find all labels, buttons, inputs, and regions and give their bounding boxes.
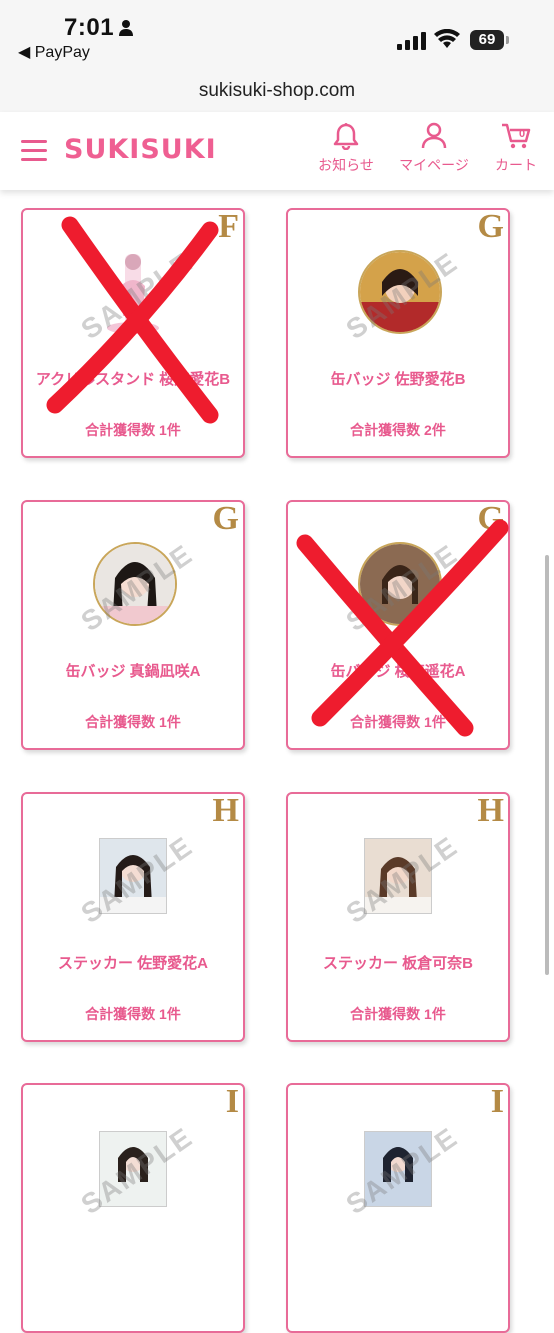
status-bar: 7:01 ◀ PayPay 69 [0, 0, 554, 70]
clock: 7:01 [64, 14, 115, 41]
product-name: ステッカー 板倉可奈B [322, 955, 473, 972]
product-count: 合計獲得数 2件 [350, 422, 446, 438]
product-card[interactable]: I SAMPLE [286, 1083, 510, 1333]
grade-label: H [477, 792, 504, 829]
product-name: 缶バッジ 真鍋凪咲A [65, 663, 201, 680]
user-icon [421, 122, 447, 149]
cart-icon: 0 [502, 123, 531, 149]
address-bar[interactable]: sukisuki-shop.com [0, 70, 554, 113]
url-text: sukisuki-shop.com [198, 80, 356, 101]
grade-label: H [212, 792, 239, 829]
site-logo[interactable]: SUKISUKI [64, 134, 217, 165]
hamburger-menu-icon[interactable] [21, 140, 47, 162]
nav-news-label: お知らせ [318, 157, 374, 173]
grade-label: F [218, 208, 239, 245]
product-count: 合計獲得数 1件 [85, 714, 181, 730]
person-icon [119, 20, 133, 36]
product-count: 合計獲得数 1件 [350, 714, 446, 730]
nav-news[interactable]: お知らせ [318, 122, 374, 175]
product-card[interactable]: I SAMPLE [21, 1083, 245, 1333]
product-count: 合計獲得数 1件 [350, 1006, 446, 1022]
product-card[interactable]: H SAMPLE ステッカー 板倉可奈B 合計獲得数 1件 [286, 792, 510, 1042]
product-name: アクリルスタンド 桜庭愛花B [35, 371, 231, 388]
product-name: 缶バッジ 桜庭遥花A [330, 663, 466, 680]
grade-label: G [477, 208, 504, 245]
battery-icon: 69 [470, 30, 504, 50]
scrollbar[interactable] [545, 555, 549, 975]
product-card[interactable]: H SAMPLE ステッカー 佐野愛花A 合計獲得数 1件 [21, 792, 245, 1042]
nav-mypage[interactable]: マイページ [398, 122, 470, 175]
grade-label: G [477, 500, 504, 537]
grade-label: I [490, 1083, 504, 1120]
product-card[interactable]: G SAMPLE 缶バッジ 桜庭遥花A 合計獲得数 1件 [286, 500, 510, 750]
wifi-icon [434, 29, 460, 48]
product-count: 合計獲得数 1件 [85, 1006, 181, 1022]
product-card[interactable]: G SAMPLE 缶バッジ 佐野愛花B 合計獲得数 2件 [286, 208, 510, 458]
nav-cart[interactable]: 0 カート [492, 122, 540, 175]
bell-icon [333, 123, 359, 150]
site-header: SUKISUKI お知らせ マイページ 0 カート [0, 112, 554, 190]
product-name: ステッカー 佐野愛花A [57, 955, 208, 972]
cart-count: 0 [519, 128, 525, 140]
grade-label: I [225, 1083, 239, 1120]
nav-mypage-label: マイページ [399, 157, 469, 173]
cellular-signal-icon [397, 32, 426, 50]
back-to-app-link[interactable]: ◀ PayPay [18, 42, 90, 62]
battery-tip [506, 36, 509, 44]
product-count: 合計獲得数 1件 [85, 422, 181, 438]
grade-label: G [212, 500, 239, 537]
product-card[interactable]: F SAMPLE アクリルスタンド 桜庭愛花B 合計獲得数 1件 [21, 208, 245, 458]
product-name: 缶バッジ 佐野愛花B [330, 371, 466, 388]
nav-cart-label: カート [495, 157, 537, 173]
product-card[interactable]: G SAMPLE 缶バッジ 真鍋凪咲A 合計獲得数 1件 [21, 500, 245, 750]
